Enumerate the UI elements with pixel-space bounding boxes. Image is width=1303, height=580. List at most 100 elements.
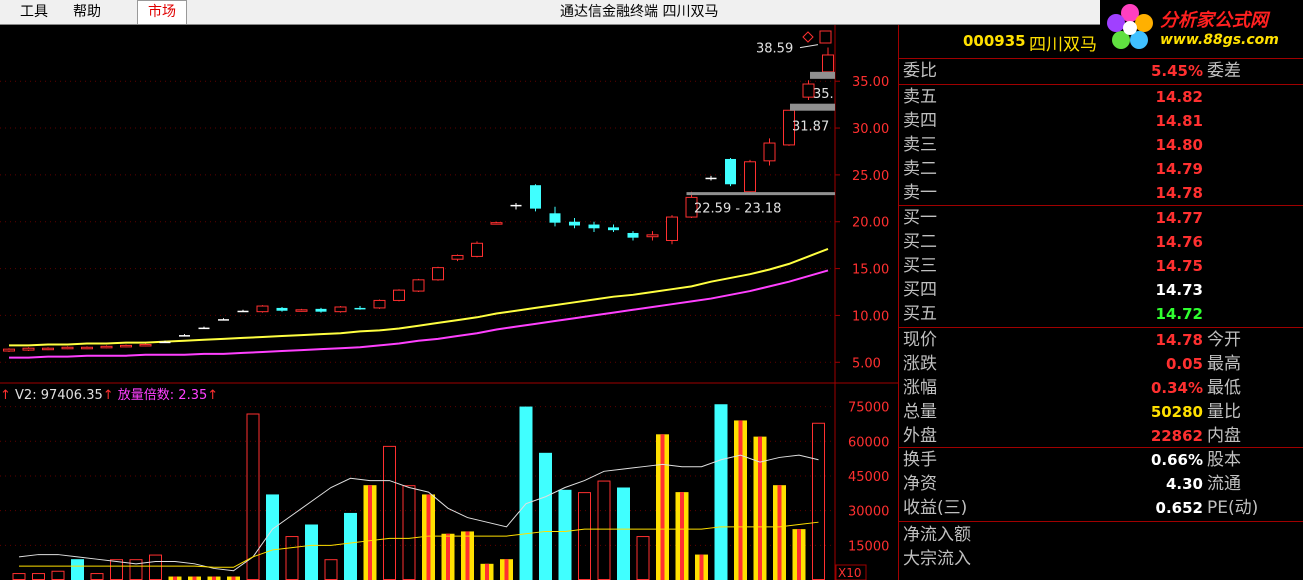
volume-bar-core	[797, 529, 801, 580]
candle	[100, 345, 113, 349]
volume-bar	[578, 492, 591, 580]
candle	[120, 344, 132, 348]
candle-body	[100, 345, 113, 349]
volume-axis: 75000 60000 45000 30000 15000 X10	[835, 401, 889, 580]
candle-body	[490, 222, 503, 225]
candle	[471, 241, 483, 258]
bid-label: 买五	[903, 304, 937, 324]
flow-row: 净流入额	[903, 524, 1303, 547]
volume-bar	[51, 570, 65, 580]
flag-marker-icon	[819, 30, 832, 44]
candle-body	[334, 306, 347, 313]
bid-label: 买四	[903, 280, 937, 300]
candle-body	[373, 299, 386, 309]
candle-body	[744, 161, 756, 193]
candle	[334, 306, 347, 313]
stat-row: 总量 50280 量比	[903, 401, 1303, 424]
bid-label: 买三	[903, 256, 937, 276]
candle-body	[412, 279, 425, 292]
stat2-value: 0.652	[1155, 499, 1203, 517]
bid-value: 14.76	[1155, 233, 1203, 251]
candle	[432, 266, 444, 281]
menu-market[interactable]: 市场	[137, 0, 187, 24]
stat2-row: 收益(三) 0.652 PE(动)	[903, 497, 1303, 520]
price-tick-label: 10.00	[852, 309, 889, 324]
stock-code: 000935	[963, 32, 1026, 50]
menu-tools[interactable]: 工具	[20, 2, 48, 22]
volume-tick-label: 15000	[848, 539, 889, 554]
candle	[42, 347, 54, 351]
v2-label: V2: 97406.35	[15, 388, 103, 403]
candle	[588, 221, 600, 233]
candle	[218, 318, 229, 321]
kline-chart[interactable]: 35.00 30.00 25.00 20.00 15.00 10.00 5.00 75000…	[0, 25, 898, 580]
volume-bar	[519, 406, 533, 580]
stat-value: 22862	[1150, 427, 1203, 445]
stat-value: 14.78	[1155, 331, 1203, 349]
candle-body	[608, 227, 619, 231]
volume-bar-core	[699, 554, 704, 580]
candle	[763, 138, 776, 166]
flow-row: 大宗流入	[903, 548, 1303, 571]
flow-label: 大宗流入	[903, 549, 971, 569]
candle	[139, 343, 152, 347]
volume-bar	[636, 536, 650, 580]
ask-value: 14.81	[1155, 112, 1203, 130]
stat-label: 现价	[903, 330, 937, 350]
ask-label: 卖二	[903, 159, 937, 179]
candle	[276, 306, 288, 312]
price-tick-label: 25.00	[852, 169, 889, 184]
candle	[608, 224, 619, 233]
candle-body	[510, 204, 522, 207]
ask-value: 14.78	[1155, 184, 1203, 202]
menu-help[interactable]: 帮助	[73, 2, 101, 22]
stat2-label2: 流通	[1207, 474, 1241, 494]
stat-label2: 最高	[1207, 354, 1241, 374]
ask-row: 卖二 14.79	[903, 158, 1303, 181]
stat-label2: 最低	[1207, 378, 1241, 398]
volume-bar	[12, 573, 26, 580]
price-tick-label: 35.00	[852, 75, 889, 90]
candle	[3, 348, 15, 352]
volume-bar	[344, 512, 357, 580]
candle-body	[61, 346, 74, 350]
volume-bar-core	[777, 485, 782, 580]
stat2-label: 收益(三)	[903, 498, 968, 518]
price-tick-label: 15.00	[852, 263, 889, 278]
candle-body	[218, 319, 229, 321]
candle	[373, 299, 386, 309]
volume-bar-core	[192, 576, 197, 580]
candle-body	[22, 347, 35, 351]
candle-body	[451, 254, 464, 260]
candle-body	[646, 234, 659, 238]
price-annotations: 22.59 - 23.18 31.87 35. 38.59	[686, 30, 835, 217]
volume-bar	[324, 559, 338, 580]
bid-row: 买四 14.73	[903, 279, 1303, 302]
stat2-value: 0.66%	[1150, 451, 1203, 469]
volume-bar-core	[465, 531, 470, 580]
candle	[627, 231, 639, 241]
ask-label: 卖四	[903, 111, 937, 131]
order-ratio-label: 委比	[903, 61, 937, 81]
volume-bar-core	[426, 494, 431, 580]
bid-value: 14.73	[1155, 281, 1203, 299]
candle	[412, 278, 425, 292]
ask-row: 卖三 14.80	[903, 134, 1303, 157]
volume-bar-core	[680, 492, 684, 580]
bid-row: 买一 14.77	[903, 207, 1303, 230]
volume-bar	[266, 494, 279, 580]
quote-panel: 000935 四川双马 委比 5.45% 委差 卖五 14.82 卖四 14.81 卖三…	[898, 25, 1303, 580]
candle-body	[276, 307, 288, 311]
stat-label: 涨幅	[903, 378, 937, 398]
volume-bar	[812, 422, 825, 580]
diamond-marker-icon	[802, 31, 814, 43]
volume-tick-label: 45000	[848, 470, 889, 485]
volume-bar	[539, 452, 552, 580]
ask-row: 卖四 14.81	[903, 110, 1303, 133]
candle-body	[432, 267, 444, 281]
stat-label2: 今开	[1207, 330, 1241, 350]
annotation-31: 31.87	[792, 120, 829, 135]
price-band-mark	[810, 71, 835, 79]
volume-bar	[129, 559, 143, 580]
volume-bar	[71, 559, 84, 580]
